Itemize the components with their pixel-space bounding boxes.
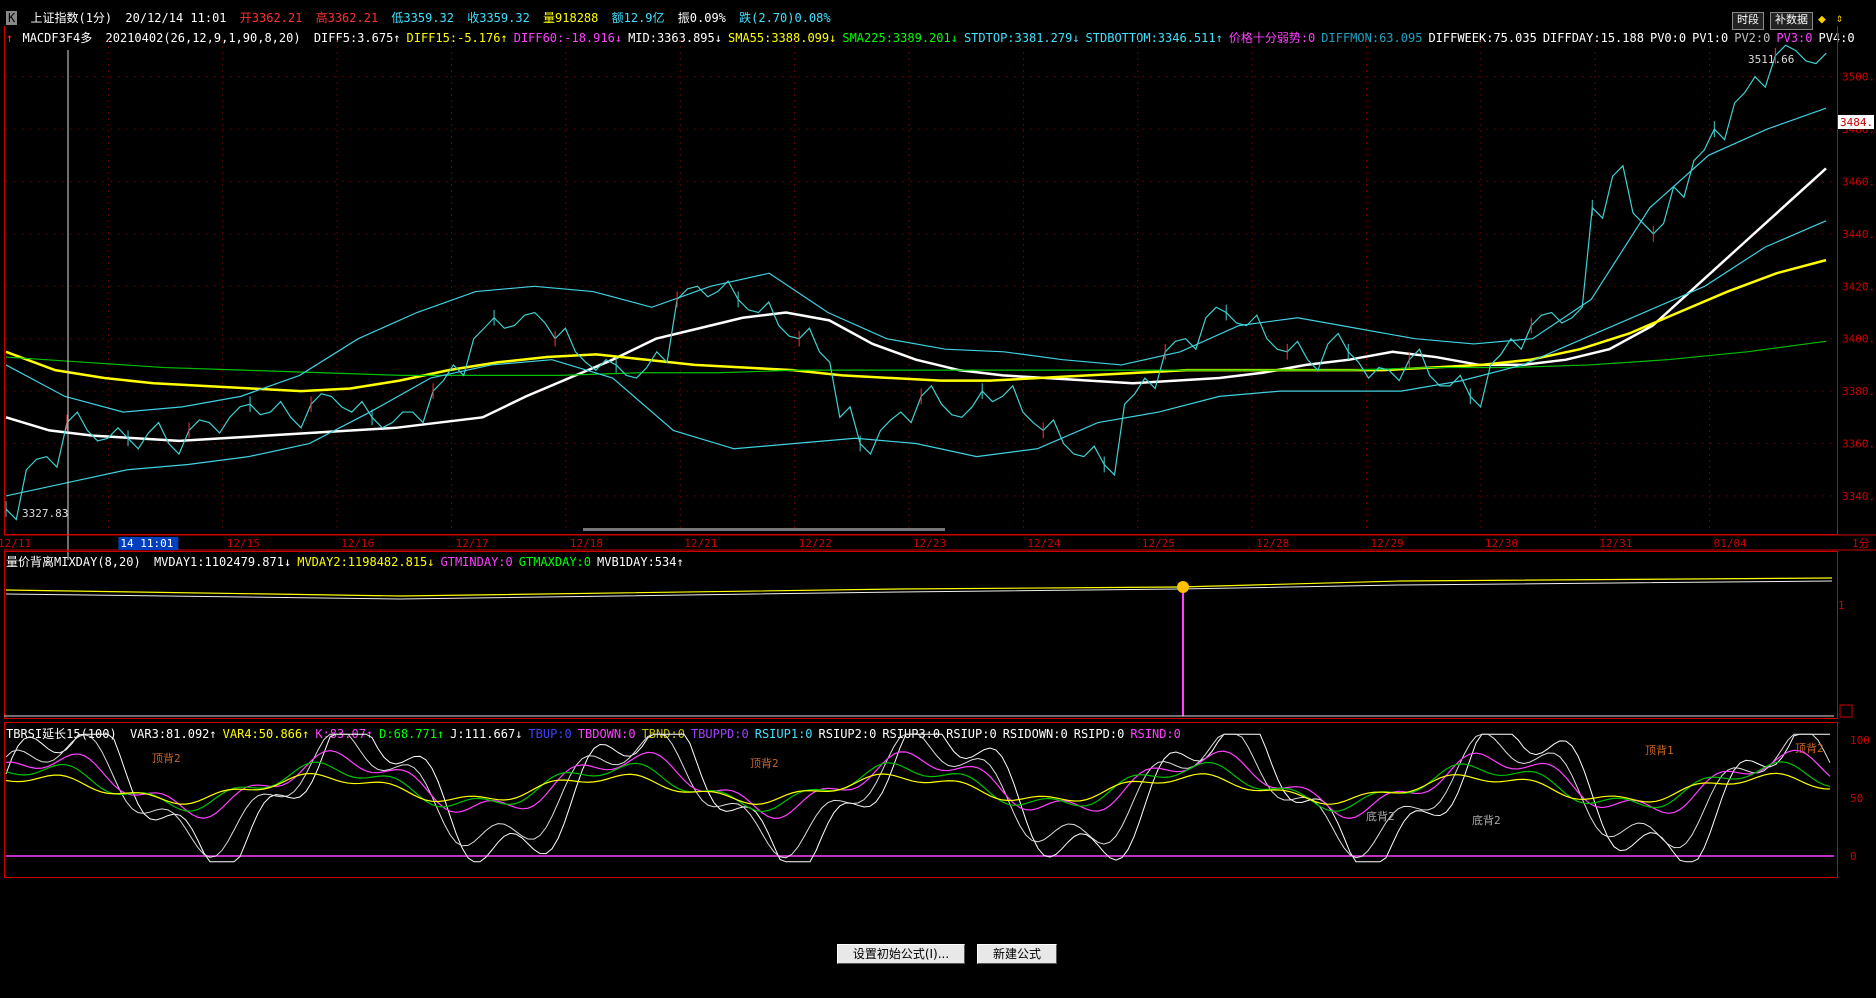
- cursor-date-label: 14 11:01: [120, 537, 173, 550]
- rsi-annotation: 底背2: [1472, 813, 1501, 827]
- mvday1-line: [5, 580, 1833, 600]
- set-initial-formula-button[interactable]: 设置初始公式(I)...: [837, 944, 965, 964]
- j-line: [5, 733, 1830, 863]
- var3-line: [5, 733, 1831, 859]
- y-tick-label: 50: [1850, 792, 1863, 805]
- y-tick-label: 3440.: [1842, 228, 1875, 241]
- x-tick-label: 12/31: [1599, 537, 1632, 550]
- y-tick-label: 3380.: [1842, 385, 1875, 398]
- volume-chart: 1: [4, 577, 1853, 718]
- x-tick-label: 12/11: [0, 537, 31, 550]
- var4-line: [5, 772, 1831, 805]
- x-tick-label: 12/25: [1142, 537, 1175, 550]
- y-tick-label: 3500.: [1842, 71, 1875, 84]
- max-price-label: 3511.66: [1748, 53, 1794, 66]
- x-tick-label: 12/29: [1371, 537, 1404, 550]
- y-tick-label: 3360.: [1842, 438, 1875, 451]
- price-chart: 3340.3360.3380.3400.3420.3440.3460.3480.…: [0, 40, 1876, 560]
- min-price-label: 3327.83: [22, 507, 68, 520]
- y-tick-label: 3420.: [1842, 280, 1875, 293]
- x-tick-label: 12/17: [456, 537, 489, 550]
- price-line: [5, 44, 1827, 521]
- smile-icon: [1177, 581, 1189, 593]
- x-tick-label: 12/22: [799, 537, 832, 550]
- y-tick-label: 1: [1838, 599, 1845, 612]
- rsi-chart: 0 50 100 顶背2 顶背2 顶背1 顶背2 底背2 底背2: [5, 733, 1870, 863]
- rsi-annotation: 顶背2: [1795, 741, 1824, 755]
- series-mid-line: [5, 167, 1827, 443]
- k-line: [5, 749, 1831, 820]
- x-tick-label: 12/15: [227, 537, 260, 550]
- x-tick-label: 12/28: [1256, 537, 1289, 550]
- x-tick-label: 01/04: [1714, 537, 1747, 550]
- rsi-annotation: 底背2: [1366, 809, 1395, 823]
- x-tick-label: 12/18: [570, 537, 603, 550]
- y-tick-label: 3340.: [1842, 490, 1875, 503]
- current-price-label: 3484.: [1840, 116, 1873, 129]
- y-tick-label: 3400.: [1842, 333, 1875, 346]
- rsi-annotation: 顶背2: [750, 756, 779, 770]
- x-tick-label: 12/23: [913, 537, 946, 550]
- y-tick-label: 0: [1850, 850, 1857, 863]
- y-tick-label: 3460.: [1842, 175, 1875, 188]
- x-tick-label: 12/24: [1027, 537, 1060, 550]
- panel-settings-icon: [1839, 704, 1853, 718]
- rsi-annotation: 顶背1: [1645, 743, 1674, 757]
- mvday2-line: [5, 577, 1833, 597]
- horizontal-scrollbar: [583, 528, 945, 531]
- x-tick-label: 12/16: [341, 537, 374, 550]
- y-tick-label: 100: [1850, 734, 1870, 747]
- x-tick-label: 12/30: [1485, 537, 1518, 550]
- period-label: 1分: [1852, 537, 1870, 550]
- rsi-annotation: 顶背2: [152, 751, 181, 765]
- x-tick-label: 12/21: [684, 537, 717, 550]
- new-formula-button[interactable]: 新建公式(N): [977, 944, 1057, 979]
